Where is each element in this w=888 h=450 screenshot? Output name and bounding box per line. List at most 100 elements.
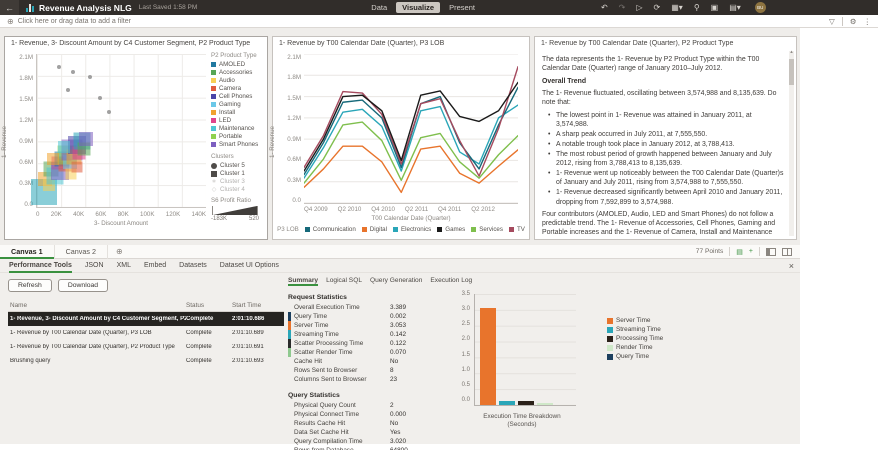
table-row[interactable]: 1- Revenue by T00 Calendar Date (Quarter… <box>8 326 284 340</box>
refresh-button[interactable]: Refresh <box>8 279 52 292</box>
legend-item[interactable]: Portable <box>211 133 266 140</box>
bar-plot[interactable] <box>474 294 576 406</box>
canvas-area: 1- Revenue, 3- Discount Amount by C4 Cus… <box>0 28 800 245</box>
legend-item[interactable]: Digital <box>362 226 387 233</box>
scatter-point[interactable] <box>66 88 70 92</box>
legend-item[interactable]: LED <box>211 117 266 124</box>
tab-json[interactable]: JSON <box>85 259 104 273</box>
filter-hint[interactable]: Click here or drag data to add a filter <box>18 18 131 25</box>
cluster-legend-item[interactable]: Cluster 5 <box>211 162 266 169</box>
scatter-point[interactable] <box>57 65 61 69</box>
export-icon[interactable]: ▣ <box>711 0 719 15</box>
more-menu-icon[interactable]: ⋮ <box>864 17 872 26</box>
bar-streaming-time[interactable] <box>499 401 515 406</box>
scatter-point[interactable] <box>98 96 102 100</box>
tab-data[interactable]: Data <box>365 2 393 13</box>
back-button[interactable]: ← <box>0 0 19 15</box>
line-viz-panel[interactable]: 1- Revenue by T00 Calendar Date (Quarter… <box>272 36 530 240</box>
table-row[interactable]: 1- Revenue, 3- Discount Amount by C4 Cus… <box>8 312 284 326</box>
legend-item[interactable]: Processing Time <box>607 335 663 342</box>
tab-embed[interactable]: Embed <box>144 259 166 273</box>
redo-icon[interactable]: ↷ <box>619 0 626 15</box>
tab-visualize[interactable]: Visualize <box>396 2 440 13</box>
legend-item[interactable]: AMOLED <box>211 61 266 68</box>
tab-execution-log[interactable]: Execution Log <box>430 277 472 286</box>
scatter-point[interactable] <box>79 132 93 146</box>
legend-item[interactable]: TV <box>509 226 525 233</box>
bar-render-time[interactable] <box>537 403 553 405</box>
scroll-up-icon[interactable]: ▴ <box>789 49 794 55</box>
undo-icon[interactable]: ↶ <box>601 0 608 15</box>
legend-item[interactable]: Services <box>471 226 503 233</box>
settings-gear-icon[interactable]: ⚙ <box>850 17 857 26</box>
scatter-plot[interactable] <box>36 54 206 208</box>
scatter-point[interactable] <box>71 161 82 172</box>
legend-item[interactable]: Smart Phones <box>211 141 266 148</box>
scatter-point[interactable] <box>47 153 59 165</box>
add-data-icon[interactable]: + <box>749 248 753 255</box>
tab-logical-sql[interactable]: Logical SQL <box>326 277 362 286</box>
add-filter-icon[interactable]: ⊕ <box>7 17 14 26</box>
legend-item[interactable]: Camera <box>211 85 266 92</box>
stat-row: Rows from Database 64800 <box>288 446 464 450</box>
add-canvas-icon[interactable]: ⊕ <box>116 247 123 256</box>
scrollbar[interactable]: ▴ <box>789 51 794 236</box>
points-count-label: 77 Points <box>696 248 724 255</box>
legend-item[interactable]: Electronics <box>393 226 431 233</box>
bar-processing-time[interactable] <box>518 401 534 405</box>
size-wedge[interactable] <box>212 206 258 215</box>
layout-split-icon[interactable] <box>782 248 792 256</box>
legend-item[interactable]: Accessories <box>211 69 266 76</box>
tab-canvas-2[interactable]: Canvas 2 <box>55 245 108 259</box>
stat-row: Results Cache Hit No <box>288 419 464 428</box>
scatter-point[interactable] <box>107 110 111 114</box>
tab-present[interactable]: Present <box>443 2 481 13</box>
cluster-legend-item[interactable]: Cluster 1 <box>211 170 266 177</box>
tab-dataset-ui-options[interactable]: Dataset UI Options <box>220 259 279 273</box>
legend-item[interactable]: Query Time <box>607 353 663 360</box>
close-panel-icon[interactable]: × <box>789 261 794 271</box>
tab-datasets[interactable]: Datasets <box>179 259 207 273</box>
legend-item[interactable]: Audio <box>211 77 266 84</box>
legend-item[interactable]: Games <box>437 226 465 233</box>
tab-xml[interactable]: XML <box>117 259 131 273</box>
tab-canvas-1[interactable]: Canvas 1 <box>0 245 55 259</box>
scatter-point[interactable] <box>58 141 70 153</box>
bar-server-time[interactable] <box>480 308 496 405</box>
legend-item[interactable]: Communication <box>305 226 356 233</box>
table-row[interactable]: Brushing query Complete 2:01:10.693 <box>8 354 284 368</box>
layout-single-icon[interactable] <box>766 248 776 256</box>
divider[interactable] <box>842 17 843 26</box>
save-icon[interactable]: ▤▾ <box>729 0 741 15</box>
canvas-settings-icon[interactable]: ▦▾ <box>671 0 683 15</box>
filter-icon[interactable]: ▽ <box>829 17 835 26</box>
scatter-point[interactable] <box>71 70 75 74</box>
scrollbar-thumb[interactable] <box>789 59 794 85</box>
table-row[interactable]: 1- Revenue by T00 Calendar Date (Quarter… <box>8 340 284 354</box>
legend-item[interactable]: Server Time <box>607 317 663 324</box>
download-button[interactable]: Download <box>58 279 108 292</box>
nlg-text-panel[interactable]: 1- Revenue by T00 Calendar Date (Quarter… <box>534 36 797 240</box>
legend-item[interactable]: Streaming Time <box>607 326 663 333</box>
line-plot[interactable] <box>304 54 518 204</box>
scatter-viz-panel[interactable]: 1- Revenue, 3- Discount Amount by C4 Cus… <box>4 36 268 240</box>
run-icon[interactable]: ▷ <box>636 0 642 15</box>
legend-item[interactable]: Install <box>211 109 266 116</box>
scatter-point[interactable] <box>88 75 92 79</box>
avatar[interactable]: BU <box>755 2 766 13</box>
tab-query-generation[interactable]: Query Generation <box>370 277 422 286</box>
cluster-legend-item[interactable]: ∗Cluster 3 <box>211 178 266 185</box>
legend-item[interactable]: Cell Phones <box>211 93 266 100</box>
scatter-legend: P2 Product Type AMOLEDAccessoriesAudioCa… <box>211 52 266 222</box>
tab-summary[interactable]: Summary <box>288 277 318 286</box>
cluster-legend-item[interactable]: ◇Cluster 4 <box>211 186 266 193</box>
legend-item[interactable]: Maintenance <box>211 125 266 132</box>
insights-icon[interactable]: ⚲ <box>694 0 700 15</box>
legend-swatch <box>211 126 216 131</box>
insights-status-icon[interactable]: ▤ <box>736 248 743 256</box>
cluster-swatch <box>211 171 217 177</box>
refresh-data-icon[interactable]: ⟳ <box>654 0 661 15</box>
legend-item[interactable]: Gaming <box>211 101 266 108</box>
legend-item[interactable]: Render Time <box>607 344 663 351</box>
tab-performance-tools[interactable]: Performance Tools <box>9 259 72 273</box>
